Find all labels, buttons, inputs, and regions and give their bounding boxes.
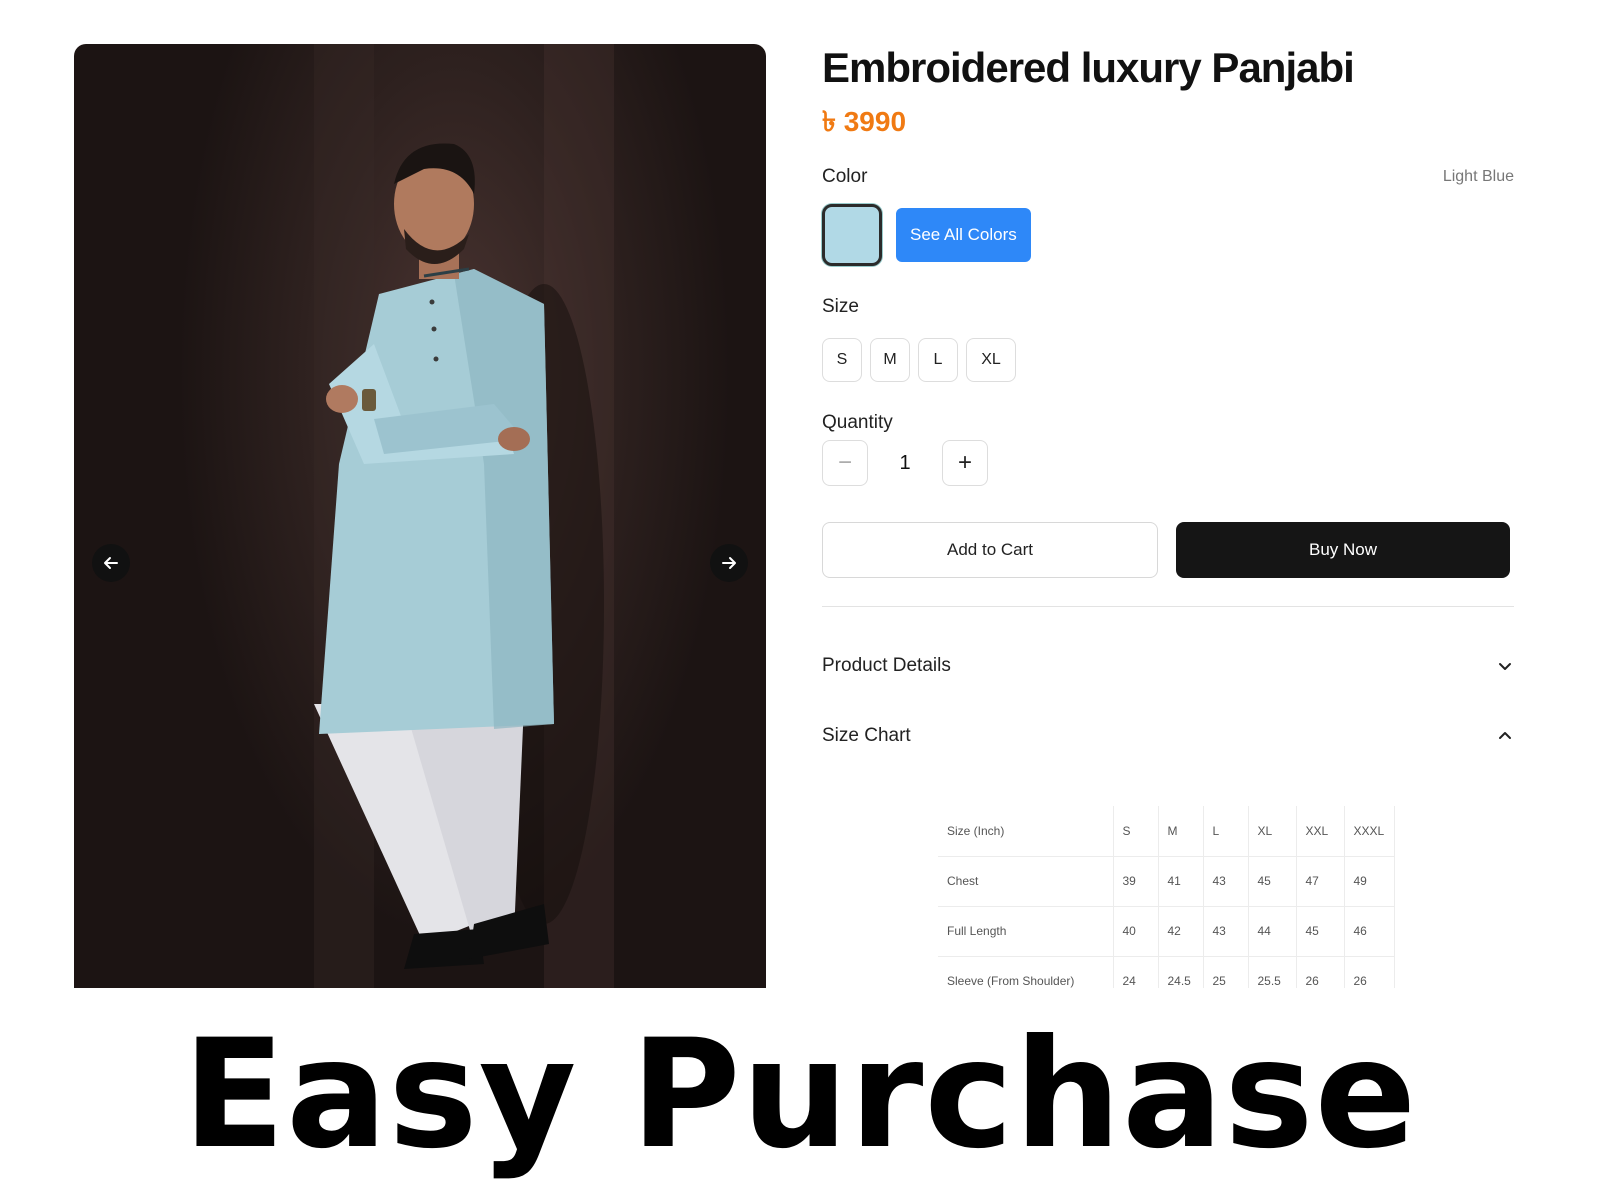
table-header-cell: M	[1158, 806, 1204, 857]
quantity-increment-button[interactable]: +	[942, 440, 988, 486]
color-label: Color	[822, 166, 868, 187]
quantity-label: Quantity	[822, 412, 893, 433]
size-label: Size	[822, 296, 859, 317]
table-header-cell: XXXL	[1344, 806, 1395, 857]
table-cell: 25	[1203, 956, 1249, 988]
add-to-cart-button[interactable]: Add to Cart	[822, 522, 1158, 578]
gallery-prev-button[interactable]	[92, 544, 130, 582]
minus-icon: −	[837, 449, 852, 476]
purchase-actions: Add to Cart Buy Now	[822, 522, 1514, 578]
size-chart-container: Size (Inch) S M L XL XXL XXXL Chest 39 4…	[938, 806, 1400, 988]
size-chart-table: Size (Inch) S M L XL XXL XXXL Chest 39 4…	[938, 806, 1395, 988]
table-cell: 39	[1113, 856, 1159, 907]
buy-now-button[interactable]: Buy Now	[1176, 522, 1510, 578]
table-row: Sleeve (From Shoulder) 24 24.5 25 25.5 2…	[938, 956, 1395, 988]
table-cell: 26	[1296, 956, 1345, 988]
chevron-up-icon	[1499, 732, 1511, 739]
table-cell: 24	[1113, 956, 1159, 988]
accordion-size-chart-title: Size Chart	[822, 725, 911, 746]
table-cell: 45	[1296, 906, 1345, 957]
size-option-l[interactable]: L	[918, 338, 958, 382]
table-header-cell: L	[1203, 806, 1249, 857]
table-header-row: Size (Inch) S M L XL XXL XXXL	[938, 806, 1395, 857]
product-image	[74, 44, 766, 988]
color-swatches: See All Colors	[822, 204, 1514, 266]
table-cell: 49	[1344, 856, 1395, 907]
size-option-m[interactable]: M	[870, 338, 910, 382]
table-header-cell: XL	[1248, 806, 1297, 857]
table-cell: Sleeve (From Shoulder)	[938, 956, 1114, 988]
table-cell: Full Length	[938, 906, 1114, 957]
arrow-left-icon	[104, 557, 118, 569]
quantity-stepper: − 1 +	[822, 440, 1514, 486]
accordion-size-chart[interactable]: Size Chart	[822, 725, 1514, 747]
table-header-cell: XXL	[1296, 806, 1345, 857]
size-option-s[interactable]: S	[822, 338, 862, 382]
color-swatch-light-blue[interactable]	[822, 204, 882, 266]
table-cell: 47	[1296, 856, 1345, 907]
size-option-xl[interactable]: XL	[966, 338, 1016, 382]
table-cell: 43	[1203, 856, 1249, 907]
color-header: Color Light Blue	[822, 166, 1514, 188]
table-cell: 41	[1158, 856, 1204, 907]
see-all-colors-button[interactable]: See All Colors	[896, 208, 1031, 262]
table-cell: 46	[1344, 906, 1395, 957]
table-cell: 43	[1203, 906, 1249, 957]
product-title: Embroidered luxury Panjabi	[822, 44, 1355, 91]
table-cell: Chest	[938, 856, 1114, 907]
banner-headline: Easy Purchase	[182, 1008, 1418, 1182]
table-header-cell: S	[1113, 806, 1159, 857]
divider	[822, 606, 1514, 607]
table-cell: 26	[1344, 956, 1395, 988]
table-row: Chest 39 41 43 45 47 49	[938, 856, 1395, 907]
product-price: ৳ 3990	[822, 106, 907, 137]
table-cell: 42	[1158, 906, 1204, 957]
plus-icon: +	[957, 449, 972, 476]
table-cell: 40	[1113, 906, 1159, 957]
selected-color-name: Light Blue	[1442, 168, 1514, 185]
accordion-product-details-title: Product Details	[822, 655, 951, 676]
arrow-right-icon	[722, 557, 736, 569]
product-info-panel: Embroidered luxury Panjabi ৳ 3990 Color …	[822, 40, 1514, 747]
table-cell: 24.5	[1158, 956, 1204, 988]
table-cell: 45	[1248, 856, 1297, 907]
quantity-decrement-button[interactable]: −	[822, 440, 868, 486]
quantity-value: 1	[899, 451, 911, 474]
table-cell: 25.5	[1248, 956, 1297, 988]
chevron-down-icon	[1499, 663, 1511, 670]
table-header-cell: Size (Inch)	[938, 806, 1114, 857]
table-row: Full Length 40 42 43 44 45 46	[938, 906, 1395, 957]
accordion-product-details[interactable]: Product Details	[822, 655, 1514, 677]
gallery-next-button[interactable]	[710, 544, 748, 582]
table-cell: 44	[1248, 906, 1297, 957]
size-options: S M L XL	[822, 338, 1514, 382]
model-illustration	[314, 44, 614, 988]
